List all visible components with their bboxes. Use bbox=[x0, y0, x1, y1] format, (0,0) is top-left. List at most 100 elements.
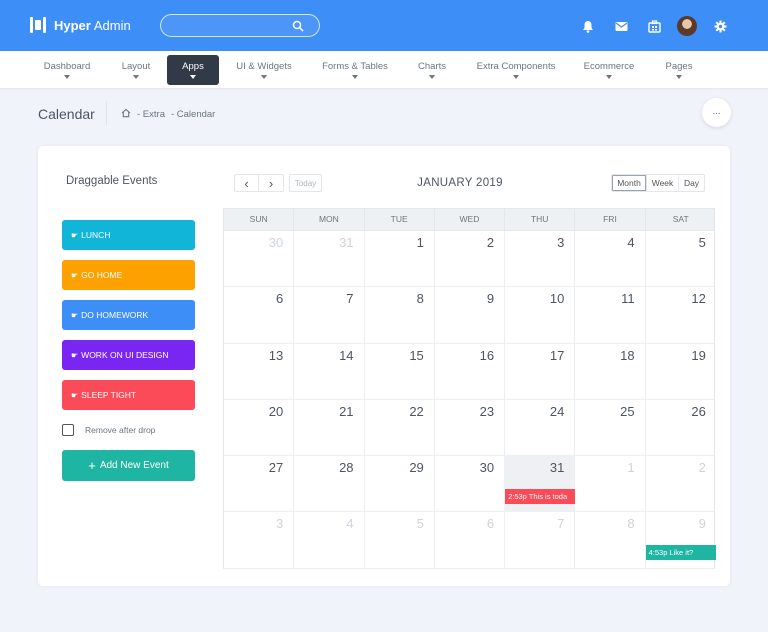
day-number[interactable]: 7 bbox=[557, 516, 564, 531]
day-number[interactable]: 6 bbox=[276, 291, 283, 306]
day-number[interactable]: 3 bbox=[557, 235, 564, 250]
day-cell[interactable]: 1 bbox=[575, 456, 646, 512]
view-week-button[interactable]: Week bbox=[647, 174, 679, 192]
draggable-event-do-homework[interactable]: ☛ DO HOMEWORK bbox=[62, 300, 195, 330]
day-cell[interactable]: 6 bbox=[435, 512, 506, 568]
day-number[interactable]: 27 bbox=[269, 460, 283, 475]
day-number[interactable]: 9 bbox=[487, 291, 494, 306]
day-number[interactable]: 28 bbox=[339, 460, 353, 475]
day-number[interactable]: 21 bbox=[339, 404, 353, 419]
day-cell[interactable]: 18 bbox=[575, 343, 646, 399]
avatar[interactable] bbox=[677, 16, 697, 36]
day-number[interactable]: 24 bbox=[550, 404, 564, 419]
day-number[interactable]: 13 bbox=[269, 348, 283, 363]
day-number[interactable]: 5 bbox=[417, 516, 424, 531]
day-number[interactable]: 30 bbox=[269, 235, 283, 250]
day-number[interactable]: 16 bbox=[480, 348, 494, 363]
day-cell[interactable]: 8 bbox=[365, 287, 435, 343]
day-number[interactable]: 23 bbox=[480, 404, 494, 419]
day-number[interactable]: 8 bbox=[627, 516, 634, 531]
day-number[interactable]: 17 bbox=[550, 348, 564, 363]
calendar-event[interactable]: 4:53p Like it? bbox=[645, 545, 716, 561]
day-cell[interactable]: 12 bbox=[646, 287, 716, 342]
nav-dashboard[interactable]: Dashboard bbox=[36, 55, 98, 85]
day-cell[interactable]: 15 bbox=[365, 343, 435, 399]
day-cell[interactable]: 30 bbox=[435, 456, 506, 512]
view-month-button[interactable]: Month bbox=[611, 174, 647, 192]
day-cell[interactable]: 9 4:53p Like it? bbox=[645, 512, 716, 567]
day-cell[interactable]: 3 bbox=[224, 512, 295, 568]
day-number[interactable]: 25 bbox=[620, 404, 634, 419]
draggable-event-work-on-ui-design[interactable]: ☛ WORK ON UI DESIGN bbox=[62, 340, 195, 370]
day-cell[interactable]: 9 bbox=[435, 287, 506, 343]
day-cell[interactable]: 3 bbox=[505, 231, 576, 287]
day-number[interactable]: 4 bbox=[346, 516, 353, 531]
next-month-button[interactable]: › bbox=[259, 174, 284, 192]
nav-ecommerce[interactable]: Ecommerce bbox=[578, 55, 640, 85]
day-cell[interactable]: 5 bbox=[365, 512, 435, 568]
day-cell-today[interactable]: 31 2:53p This is toda bbox=[505, 456, 576, 512]
mail-icon[interactable] bbox=[611, 16, 631, 36]
today-button[interactable]: Today bbox=[289, 174, 322, 192]
day-cell[interactable]: 20 bbox=[224, 399, 295, 456]
search-icon[interactable] bbox=[292, 20, 304, 32]
nav-pages[interactable]: Pages bbox=[660, 55, 698, 85]
day-number[interactable]: 19 bbox=[691, 348, 705, 363]
day-cell[interactable]: 26 bbox=[646, 400, 716, 455]
day-cell[interactable]: 14 bbox=[294, 343, 365, 399]
draggable-event-go-home[interactable]: ☛ GO HOME bbox=[62, 260, 195, 290]
remove-after-drop-checkbox[interactable] bbox=[62, 424, 74, 436]
day-number[interactable]: 18 bbox=[620, 348, 634, 363]
day-number[interactable]: 1 bbox=[627, 460, 634, 475]
day-cell[interactable]: 22 bbox=[365, 399, 435, 456]
day-number[interactable]: 29 bbox=[409, 460, 423, 475]
day-cell[interactable]: 13 bbox=[224, 343, 295, 399]
add-new-event-button[interactable]: + Add New Event bbox=[62, 450, 195, 481]
day-cell[interactable]: 10 bbox=[505, 287, 576, 343]
day-number[interactable]: 4 bbox=[627, 235, 634, 250]
nav-ui-widgets[interactable]: UI & Widgets bbox=[230, 55, 298, 85]
draggable-event-sleep-tight[interactable]: ☛ SLEEP TIGHT bbox=[62, 380, 195, 410]
day-number[interactable]: 7 bbox=[346, 291, 353, 306]
day-number[interactable]: 2 bbox=[487, 235, 494, 250]
nav-charts[interactable]: Charts bbox=[412, 55, 452, 85]
day-cell[interactable]: 29 bbox=[365, 456, 435, 512]
day-cell[interactable]: 4 bbox=[575, 231, 646, 287]
draggable-event-lunch[interactable]: ☛ LUNCH bbox=[62, 220, 195, 250]
day-cell[interactable]: 7 bbox=[505, 512, 576, 568]
day-number[interactable]: 5 bbox=[699, 235, 706, 250]
day-cell[interactable]: 11 bbox=[575, 287, 646, 343]
day-cell[interactable]: 27 bbox=[224, 456, 295, 512]
day-cell[interactable]: 2 bbox=[646, 456, 716, 511]
nav-extra-components[interactable]: Extra Components bbox=[472, 55, 560, 85]
breadcrumb-extra[interactable]: - Extra bbox=[137, 109, 165, 120]
day-cell[interactable]: 4 bbox=[294, 512, 365, 568]
day-number[interactable]: 6 bbox=[487, 516, 494, 531]
view-day-button[interactable]: Day bbox=[679, 174, 705, 192]
day-cell[interactable]: 21 bbox=[294, 399, 365, 456]
day-cell[interactable]: 24 bbox=[505, 399, 576, 456]
day-cell[interactable]: 30 bbox=[224, 231, 295, 287]
nav-apps[interactable]: Apps bbox=[167, 55, 219, 85]
day-number[interactable]: 20 bbox=[269, 404, 283, 419]
day-number[interactable]: 30 bbox=[480, 460, 494, 475]
bell-icon[interactable] bbox=[578, 16, 598, 36]
day-cell[interactable]: 25 bbox=[575, 399, 646, 456]
day-number[interactable]: 12 bbox=[691, 291, 705, 306]
day-number[interactable]: 2 bbox=[699, 460, 706, 475]
prev-month-button[interactable]: ‹ bbox=[234, 174, 259, 192]
day-number[interactable]: 9 bbox=[699, 516, 706, 531]
day-number[interactable]: 22 bbox=[409, 404, 423, 419]
calendar-event[interactable]: 2:53p This is toda bbox=[505, 489, 576, 505]
day-cell[interactable]: 17 bbox=[505, 343, 576, 399]
search-input[interactable] bbox=[171, 18, 291, 33]
day-cell[interactable]: 31 bbox=[294, 231, 365, 287]
day-cell[interactable]: 6 bbox=[224, 287, 295, 343]
nav-layout[interactable]: Layout bbox=[113, 55, 159, 85]
day-cell[interactable]: 1 bbox=[365, 231, 435, 287]
day-cell[interactable]: 19 bbox=[646, 344, 716, 399]
brand[interactable]: Hyper Admin bbox=[30, 17, 131, 33]
day-cell[interactable]: 2 bbox=[435, 231, 506, 287]
day-number[interactable]: 31 bbox=[339, 235, 353, 250]
gear-icon[interactable] bbox=[710, 16, 730, 36]
